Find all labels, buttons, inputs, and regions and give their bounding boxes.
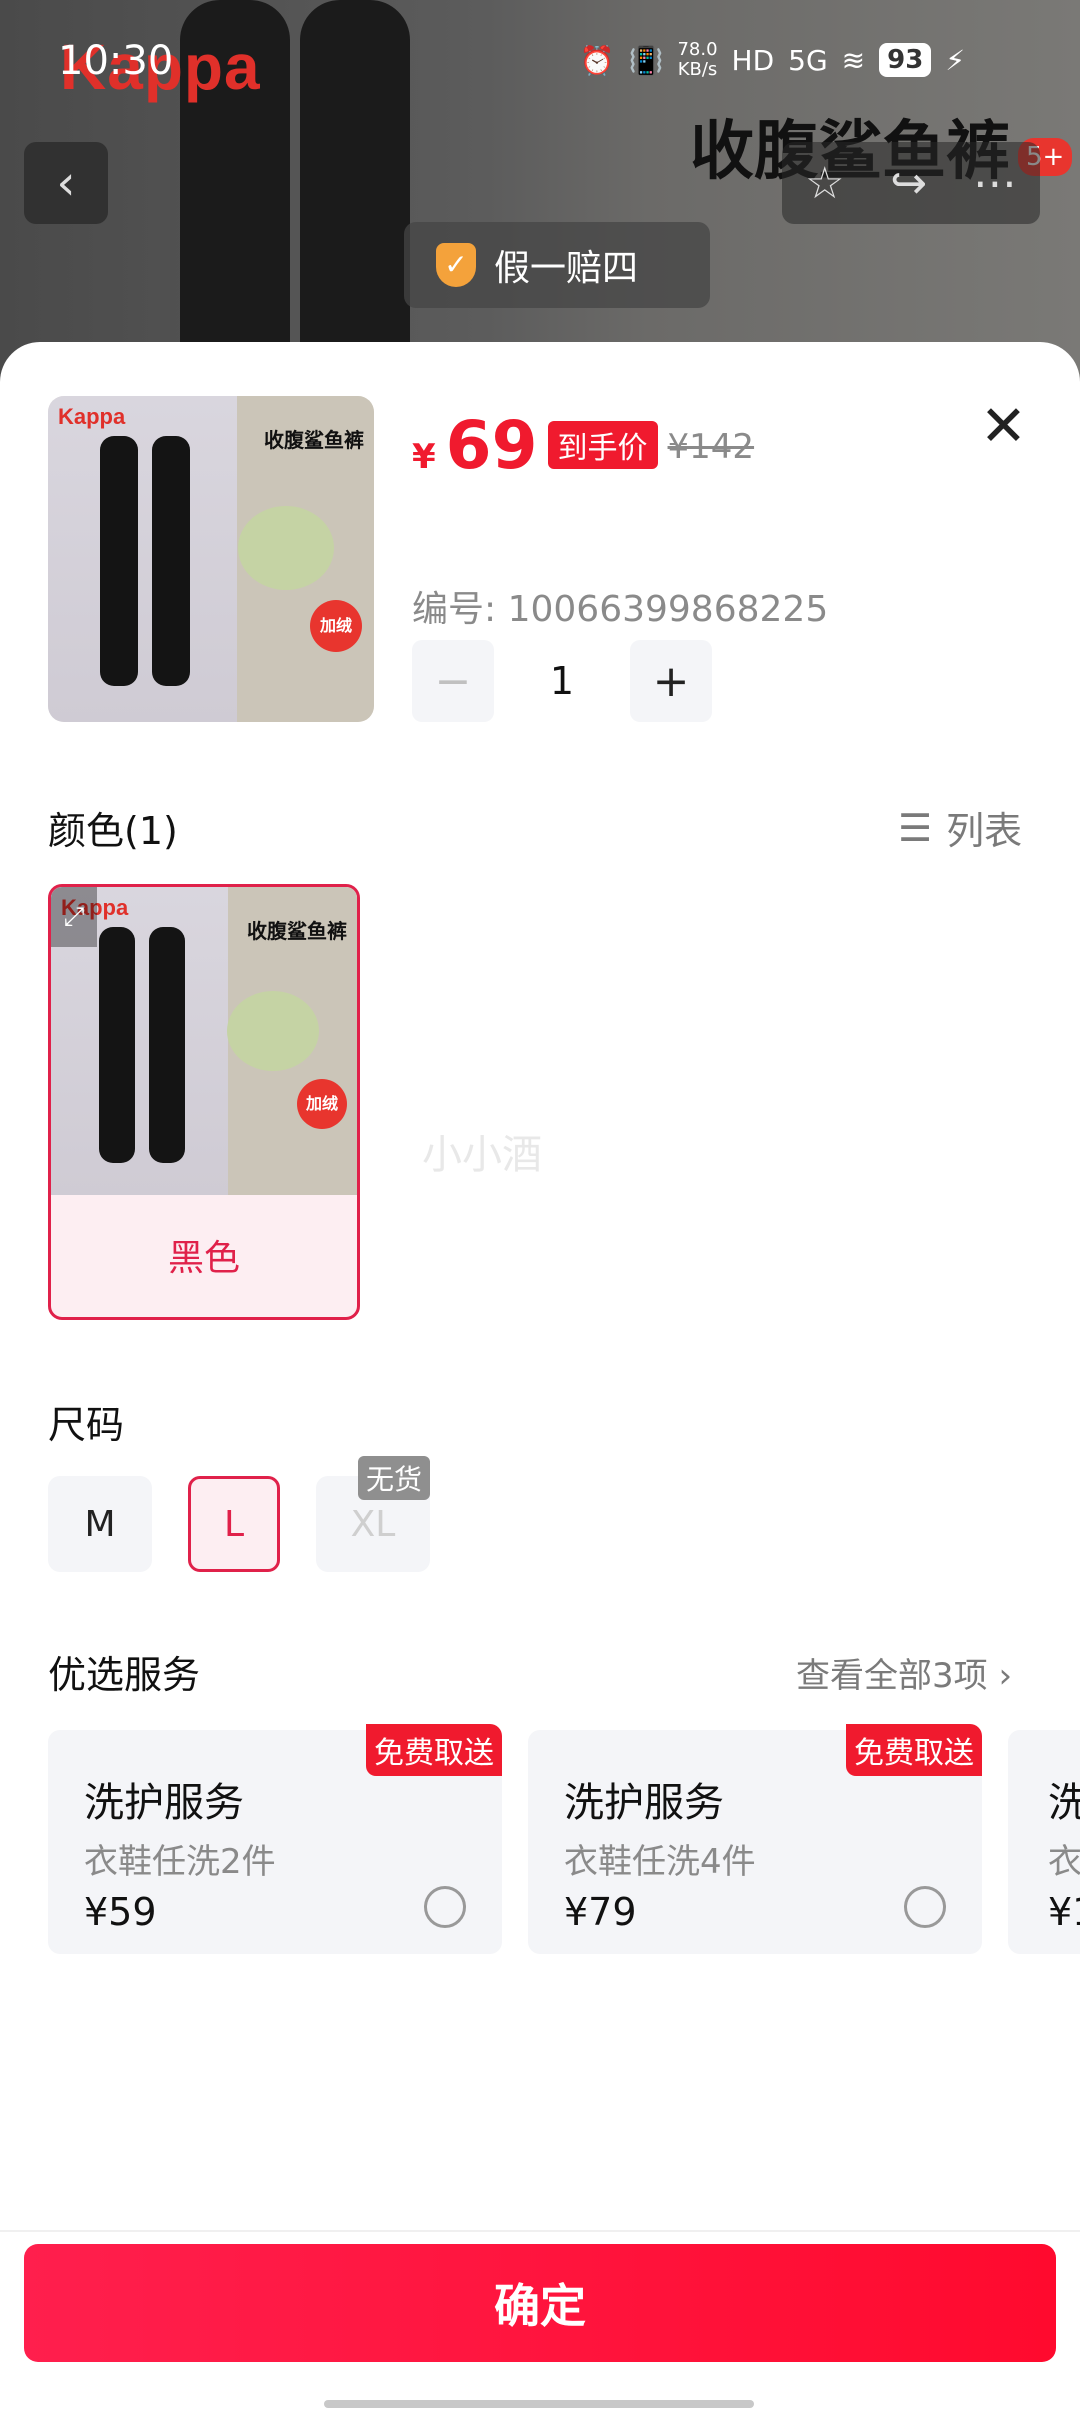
price-row: ¥ 69 到手价 ¥142 — [412, 407, 754, 484]
status-bar: 10:30 ⏰ 📳 78.0 KB/s HD 5G ≋ 93 ⚡ — [0, 0, 1080, 120]
sku-number: 编号: 10066399868225 — [412, 589, 829, 630]
bottom-action-bar: 确定 — [0, 2230, 1080, 2410]
soldout-badge: 无货 — [358, 1456, 431, 1500]
guarantee-banner: ✓ 假一赔四 — [404, 222, 710, 308]
currency-symbol: ¥ — [412, 437, 436, 477]
share-icon[interactable]: ↪ — [890, 158, 927, 209]
service-price: ¥1 — [1048, 1890, 1080, 1934]
color-option-black[interactable]: Kappa 收腹鲨鱼裤 加绒 ⤢ 黑色 — [48, 884, 360, 1320]
service-description: 衣鞋任洗4件 — [564, 1842, 756, 1882]
guarantee-text: 假一赔四 — [494, 248, 639, 289]
shield-check-icon: ✓ — [436, 243, 476, 287]
original-price: ¥142 — [667, 427, 755, 467]
service-price: ¥59 — [84, 1890, 157, 1934]
service-description: 衣 — [1048, 1842, 1080, 1882]
confirm-button[interactable]: 确定 — [24, 2244, 1056, 2362]
chevron-left-icon: ‹ — [56, 155, 76, 211]
size-section-title: 尺码 — [48, 1403, 125, 1447]
net-speed-unit: KB/s — [677, 59, 718, 80]
thumb-title: 收腹鲨鱼裤 — [247, 919, 347, 943]
service-name: 洗护服务 — [84, 1780, 244, 1826]
service-description: 衣鞋任洗2件 — [84, 1842, 276, 1882]
service-name: 洗 — [1048, 1780, 1080, 1826]
size-option-m[interactable]: M — [48, 1476, 152, 1572]
service-section-title: 优选服务 — [48, 1653, 201, 1697]
service-card-partial[interactable]: 洗 衣 ¥1 — [1008, 1730, 1080, 1954]
vibrate-icon: 📳 — [628, 43, 664, 77]
size-option-l[interactable]: L — [188, 1476, 280, 1572]
thumb-title: 收腹鲨鱼裤 — [264, 428, 364, 452]
thumb-tag: 加绒 — [310, 600, 362, 652]
thumb-bg-left — [48, 396, 238, 722]
thumb-leg — [149, 927, 185, 1163]
thumb-leg — [100, 436, 138, 686]
price-label-badge: 到手价 — [547, 421, 658, 469]
charging-icon: ⚡ — [945, 43, 965, 77]
net-speed-value: 78.0 — [677, 39, 718, 60]
wifi-icon: ≋ — [841, 43, 866, 77]
color-section-title: 颜色(1) — [48, 809, 178, 853]
color-option-image: Kappa 收腹鲨鱼裤 加绒 ⤢ — [51, 887, 357, 1195]
back-button[interactable]: ‹ — [24, 142, 108, 224]
view-all-services-link[interactable]: 查看全部3项 › — [796, 1648, 1012, 1697]
watermark-text: 小小酒 — [422, 1132, 542, 1178]
thumb-fleece — [238, 506, 334, 590]
battery-level: 93 — [879, 43, 932, 77]
home-indicator[interactable] — [324, 2400, 754, 2408]
more-icon[interactable]: ⋯ — [973, 158, 1017, 209]
final-price: 69 — [445, 407, 538, 484]
quantity-increase-button[interactable]: + — [630, 640, 712, 722]
status-icons: ⏰ 📳 78.0 KB/s HD 5G ≋ 93 ⚡ — [580, 40, 965, 80]
service-card[interactable]: 免费取送 洗护服务 衣鞋任洗4件 ¥79 — [528, 1724, 982, 1954]
service-card[interactable]: 免费取送 洗护服务 衣鞋任洗2件 ¥59 — [48, 1724, 502, 1954]
list-view-toggle[interactable]: ☰ 列表 — [898, 800, 1022, 855]
alarm-icon: ⏰ — [579, 43, 615, 77]
thumb-tag: 加绒 — [297, 1079, 347, 1129]
favorite-star-icon[interactable]: ☆ — [805, 158, 844, 209]
thumb-brand: Kappa — [58, 404, 126, 429]
service-price: ¥79 — [564, 1890, 637, 1934]
hd-icon: HD — [731, 43, 775, 77]
list-label: 列表 — [946, 809, 1023, 853]
status-time: 10:30 — [58, 38, 174, 84]
free-pickup-badge: 免费取送 — [366, 1724, 502, 1776]
service-radio[interactable] — [904, 1886, 946, 1928]
product-thumbnail[interactable]: Kappa 收腹鲨鱼裤 加绒 — [48, 396, 374, 722]
service-radio[interactable] — [424, 1886, 466, 1928]
service-name: 洗护服务 — [564, 1780, 724, 1826]
quantity-stepper: − 1 + — [412, 640, 712, 722]
top-action-bar: ☆ ↪ ⋯ — [782, 142, 1040, 224]
close-icon[interactable]: ✕ — [980, 394, 1027, 459]
free-pickup-badge: 免费取送 — [846, 1724, 982, 1776]
quantity-decrease-button[interactable]: − — [412, 640, 494, 722]
net-speed: 78.0 KB/s — [677, 40, 717, 80]
thumb-leg — [99, 927, 135, 1163]
thumb-leg — [152, 436, 190, 686]
signal-label: 5G — [788, 43, 828, 77]
sku-selection-sheet: Kappa 收腹鲨鱼裤 加绒 ¥ 69 到手价 ¥142 ✕ 编号: 10066… — [0, 342, 1080, 2408]
expand-image-icon[interactable]: ⤢ — [51, 887, 97, 947]
list-icon: ☰ — [898, 805, 933, 850]
color-option-label: 黑色 — [167, 1238, 240, 1279]
thumb-fleece — [227, 991, 319, 1071]
quantity-value: 1 — [549, 659, 575, 703]
